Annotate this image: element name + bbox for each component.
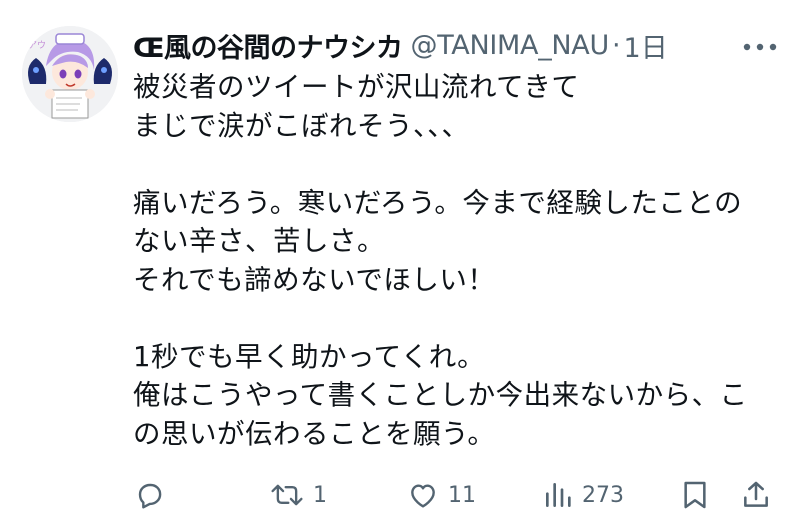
reply-button[interactable] — [134, 470, 166, 520]
tweet[interactable]: アウ Œ風の谷間のナウシカ @TANIMA_NAU · 1日 被災者のツイートが… — [0, 0, 800, 530]
tweet-line: 被災者のツイートが沢山流れてきて — [133, 71, 580, 103]
share-icon — [741, 479, 771, 511]
display-name[interactable]: Œ風の谷間のナウシカ — [133, 26, 403, 65]
separator-dot: · — [611, 29, 621, 61]
display-name-badge: Œ — [133, 32, 165, 64]
display-name-text: 風の谷間のナウシカ — [164, 32, 403, 64]
like-button[interactable]: 11 — [407, 470, 476, 520]
retweet-count: 1 — [313, 482, 327, 508]
retweet-button[interactable]: 1 — [270, 470, 327, 520]
tweet-line: まじで涙がこぼれそう、、、 — [133, 109, 470, 142]
tweet-line: 痛いだろう。寒いだろう。今まで経験したことの — [133, 186, 743, 219]
tweet-line: 1秒でも早く助かってくれ。 — [133, 340, 486, 373]
more-icon — [743, 43, 777, 51]
reply-icon — [134, 479, 166, 511]
tweet-line: それでも諦めないでほしい！ — [133, 263, 496, 296]
bookmark-icon — [680, 479, 710, 511]
action-bar: 1 11 273 — [0, 470, 800, 520]
more-options-button[interactable] — [738, 30, 782, 64]
like-count: 11 — [448, 482, 476, 508]
avatar[interactable]: アウ — [22, 26, 118, 122]
tweet-line — [133, 299, 783, 338]
tweet-header: Œ風の谷間のナウシカ @TANIMA_NAU · 1日 — [133, 26, 668, 65]
tweet-line: ない辛さ、苦しさ。 — [133, 225, 385, 257]
share-button[interactable] — [741, 470, 771, 520]
tweet-line — [133, 145, 783, 184]
views-icon — [543, 479, 573, 511]
like-icon — [407, 479, 439, 511]
bookmark-button[interactable] — [680, 470, 710, 520]
tweet-text: 被災者のツイートが沢山流れてきて まじで涙がこぼれそう、、、 痛いだろう。寒いだ… — [133, 68, 783, 453]
avatar-image: アウ — [22, 26, 118, 122]
views-count: 273 — [582, 482, 624, 508]
avatar-caption: アウ — [28, 40, 46, 51]
tweet-line: 俺はこうやって書くことしか今出来ないから、こ — [133, 379, 748, 411]
user-handle[interactable]: @TANIMA_NAU — [411, 30, 610, 61]
timestamp[interactable]: 1日 — [624, 26, 668, 65]
views-button[interactable]: 273 — [543, 470, 624, 520]
tweet-line: の思いが伝わることを願う。 — [133, 417, 496, 450]
retweet-icon — [270, 479, 304, 511]
